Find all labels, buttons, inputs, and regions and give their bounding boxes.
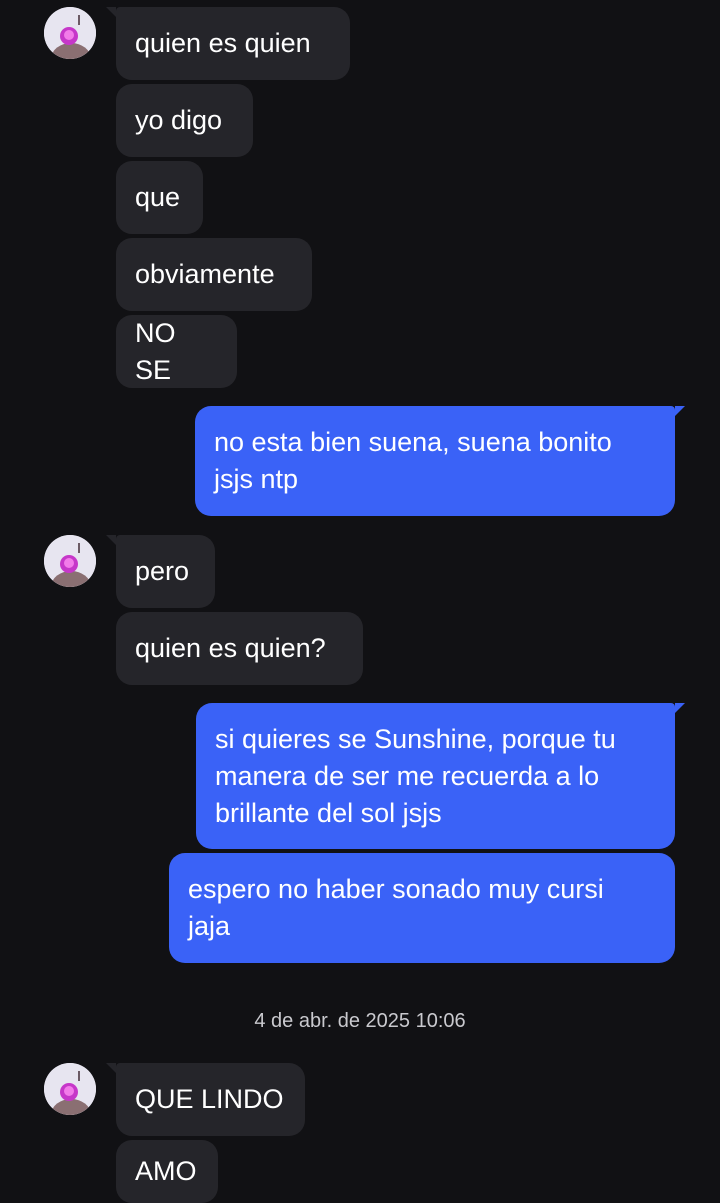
incoming-message[interactable]: obviamente [116,238,312,311]
incoming-message[interactable]: quien es quien? [116,612,363,685]
message-text: espero no haber sonado muy cursi jaja [188,874,604,941]
avatar-photo-icon [44,1063,96,1115]
message-text: quien es quien? [135,633,326,663]
message-text: quien es quien [135,28,311,58]
message-text: si quieres se Sunshine, porque tu manera… [215,723,616,828]
message-text: no esta bien suena, suena bonito jsjs nt… [214,427,612,494]
message-text: pero [135,556,190,586]
message-timestamp: 4 de abr. de 2025 10:06 [254,1010,466,1032]
outgoing-message[interactable]: espero no haber sonado muy cursi jaja [169,853,675,963]
bubble-tail [106,7,116,17]
message-text: yo digo [135,105,223,135]
incoming-message[interactable]: pero [116,535,215,608]
bubble-tail [106,1063,116,1073]
message-text: AMO [135,1156,197,1186]
bubble-tail [675,703,685,713]
incoming-message[interactable]: NO SE [116,315,237,388]
message-text: NO SE [135,317,176,385]
avatar-photo-icon [44,7,96,59]
outgoing-message[interactable]: si quieres se Sunshine, porque tu manera… [196,703,675,849]
incoming-message[interactable]: yo digo [116,84,253,157]
contact-avatar[interactable] [44,535,96,587]
message-text: QUE LINDO [135,1084,284,1114]
contact-avatar[interactable] [44,7,96,59]
avatar-photo-icon [44,535,96,587]
contact-avatar[interactable] [44,1063,96,1115]
incoming-message[interactable]: que [116,161,203,234]
incoming-message[interactable]: QUE LINDO [116,1063,305,1136]
bubble-tail [675,406,685,416]
message-text: obviamente [135,259,275,289]
incoming-message[interactable]: quien es quien [116,7,350,80]
incoming-message[interactable]: AMO [116,1140,218,1203]
bubble-tail [106,535,116,545]
message-text: que [135,182,181,212]
outgoing-message[interactable]: no esta bien suena, suena bonito jsjs nt… [195,406,675,516]
